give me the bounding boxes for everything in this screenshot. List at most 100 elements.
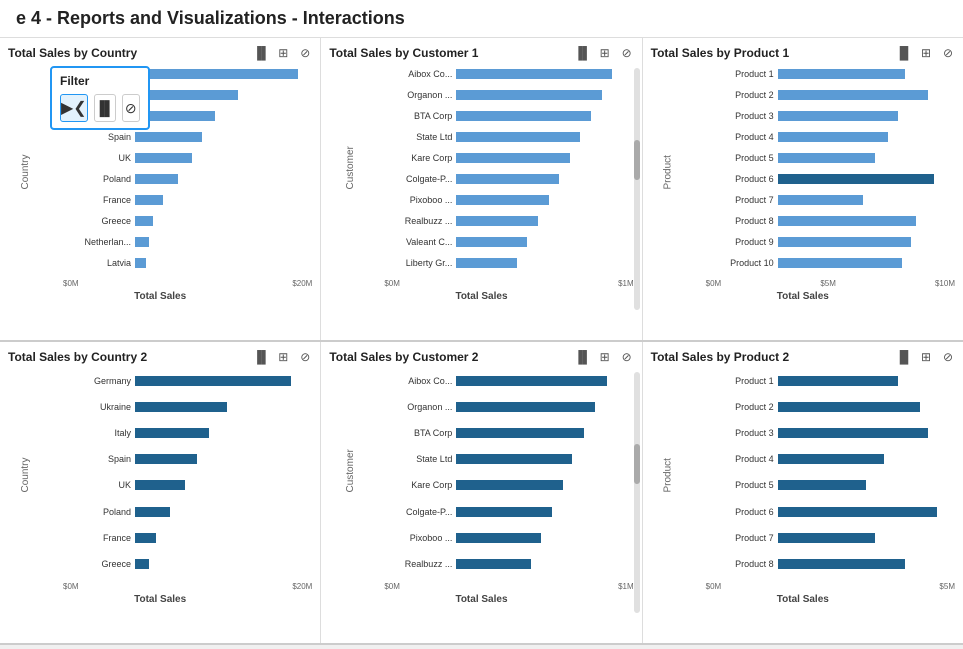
bar-chart-icon-cu2[interactable]: ▐▌ bbox=[574, 348, 592, 366]
bar-fill bbox=[778, 90, 929, 100]
bar-chart-customer-1: Customer Aibox Co...Organon ...BTA CorpS… bbox=[329, 64, 633, 304]
bar-fill bbox=[135, 402, 227, 412]
bar-fill bbox=[778, 237, 911, 247]
bar-row: State Ltd bbox=[384, 452, 633, 466]
chart-icons-country-2: ▐▌ ⊞ ⊘ bbox=[252, 348, 314, 366]
bars-country-2: GermanyUkraineItalySpainUKPolandFranceGr… bbox=[63, 368, 312, 578]
bar-row: Colgate-P... bbox=[384, 505, 633, 519]
bar-label: UK bbox=[63, 480, 131, 490]
bar-label: Italy bbox=[63, 428, 131, 438]
bar-row: Product 6 bbox=[706, 172, 955, 186]
bar-track bbox=[456, 559, 633, 569]
bar-label: Aibox Co... bbox=[384, 69, 452, 79]
table-icon-p1[interactable]: ⊞ bbox=[917, 44, 935, 62]
no-icon-c1[interactable]: ⊘ bbox=[618, 44, 636, 62]
bar-fill bbox=[456, 153, 569, 163]
bar-track bbox=[778, 90, 955, 100]
table-icon-co2[interactable]: ⊞ bbox=[274, 348, 292, 366]
bar-row: Product 8 bbox=[706, 557, 955, 571]
bar-chart-icon-1[interactable]: ▐▌ bbox=[252, 44, 270, 62]
bar-fill bbox=[456, 69, 612, 79]
bar-fill bbox=[778, 174, 934, 184]
no-icon-p1[interactable]: ⊘ bbox=[939, 44, 957, 62]
bar-track bbox=[135, 237, 312, 247]
bar-row: Realbuzz ... bbox=[384, 214, 633, 228]
no-icon-1[interactable]: ⊘ bbox=[296, 44, 314, 62]
bar-track bbox=[778, 132, 955, 142]
y-axis-label-country-1: Country bbox=[20, 154, 31, 189]
bar-track bbox=[778, 507, 955, 517]
bar-track bbox=[135, 559, 312, 569]
bar-track bbox=[778, 428, 955, 438]
bar-row: Aibox Co... bbox=[384, 67, 633, 81]
bar-track bbox=[456, 216, 633, 226]
bar-label: Product 2 bbox=[706, 402, 774, 412]
bar-label: Netherlan... bbox=[63, 237, 131, 247]
bar-row: Valeant C... bbox=[384, 235, 633, 249]
scrollbar-customer-1[interactable] bbox=[634, 68, 640, 310]
bar-label: France bbox=[63, 195, 131, 205]
table-icon-p2[interactable]: ⊞ bbox=[917, 348, 935, 366]
bar-fill bbox=[135, 559, 149, 569]
filter-popup: Filter ▶❮ ▐▌ ⊘ bbox=[50, 66, 150, 130]
bar-row: Product 7 bbox=[706, 531, 955, 545]
bar-chart-icon-c1[interactable]: ▐▌ bbox=[574, 44, 592, 62]
bar-fill bbox=[135, 480, 185, 490]
scrollbar-customer-2[interactable] bbox=[634, 372, 640, 614]
bar-chart-icon-p2[interactable]: ▐▌ bbox=[895, 348, 913, 366]
bar-row: Pixoboo ... bbox=[384, 193, 633, 207]
bar-label: Product 6 bbox=[706, 507, 774, 517]
bar-track bbox=[778, 174, 955, 184]
bar-label: Product 8 bbox=[706, 216, 774, 226]
panel-product-2: Total Sales by Product 2 ▐▌ ⊞ ⊘ Product … bbox=[643, 342, 963, 644]
bar-chart-product-1: Product Product 1Product 2Product 3Produ… bbox=[651, 64, 955, 304]
bar-row: Spain bbox=[63, 130, 312, 144]
table-icon-cu2[interactable]: ⊞ bbox=[596, 348, 614, 366]
bar-fill bbox=[456, 533, 541, 543]
bar-chart-icon-p1[interactable]: ▐▌ bbox=[895, 44, 913, 62]
bar-label: Spain bbox=[63, 454, 131, 464]
bar-fill bbox=[778, 480, 867, 490]
bar-track bbox=[456, 258, 633, 268]
no-icon-cu2[interactable]: ⊘ bbox=[618, 348, 636, 366]
bar-track bbox=[778, 533, 955, 543]
bar-row: Germany bbox=[63, 374, 312, 388]
scrollbar-thumb-c1[interactable] bbox=[634, 140, 640, 180]
bar-track bbox=[778, 402, 955, 412]
bar-row: Product 10 bbox=[706, 256, 955, 270]
bar-chart-icon-co2[interactable]: ▐▌ bbox=[252, 348, 270, 366]
scrollbar-thumb-cu2[interactable] bbox=[634, 444, 640, 484]
x-title-country-1: Total Sales bbox=[8, 291, 312, 302]
x-title-product-1: Total Sales bbox=[651, 291, 955, 302]
bar-row: Product 5 bbox=[706, 478, 955, 492]
panel-product-1: Total Sales by Product 1 ▐▌ ⊞ ⊘ Product … bbox=[643, 38, 963, 340]
chart-icons-customer-1: ▐▌ ⊞ ⊘ bbox=[574, 44, 636, 62]
bar-label: Poland bbox=[63, 507, 131, 517]
chart-icons-customer-2: ▐▌ ⊞ ⊘ bbox=[574, 348, 636, 366]
bar-fill bbox=[778, 507, 938, 517]
bar-row: UK bbox=[63, 151, 312, 165]
bar-fill bbox=[135, 237, 149, 247]
bar-track bbox=[135, 454, 312, 464]
table-icon-c1[interactable]: ⊞ bbox=[596, 44, 614, 62]
bar-label: Realbuzz ... bbox=[384, 216, 452, 226]
bar-fill bbox=[778, 216, 916, 226]
filter-interact-btn[interactable]: ▶❮ bbox=[60, 94, 88, 122]
bar-fill bbox=[456, 237, 527, 247]
table-icon-1[interactable]: ⊞ bbox=[274, 44, 292, 62]
no-icon-p2[interactable]: ⊘ bbox=[939, 348, 957, 366]
bar-track bbox=[135, 132, 312, 142]
bar-track bbox=[456, 132, 633, 142]
no-icon-co2[interactable]: ⊘ bbox=[296, 348, 314, 366]
filter-highlight-btn[interactable]: ▐▌ bbox=[94, 94, 116, 122]
bar-fill bbox=[778, 195, 863, 205]
bar-track bbox=[778, 559, 955, 569]
bar-track bbox=[456, 153, 633, 163]
bar-fill bbox=[456, 376, 607, 386]
bar-label: UK bbox=[63, 153, 131, 163]
filter-none-btn[interactable]: ⊘ bbox=[122, 94, 140, 122]
chart-icons-product-1: ▐▌ ⊞ ⊘ bbox=[895, 44, 957, 62]
bar-row: Product 4 bbox=[706, 452, 955, 466]
x-title-country-2: Total Sales bbox=[8, 594, 312, 605]
bar-track bbox=[135, 174, 312, 184]
